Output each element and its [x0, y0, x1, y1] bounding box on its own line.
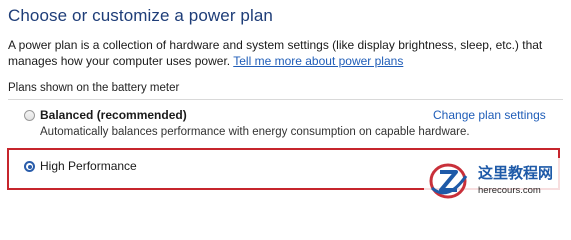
- intro-paragraph: A power plan is a collection of hardware…: [8, 37, 568, 69]
- power-plans-help-link[interactable]: Tell me more about power plans: [233, 54, 403, 68]
- high-performance-plan-label[interactable]: High Performance: [40, 159, 137, 173]
- watermark-subtitle: herecours.com: [478, 185, 541, 196]
- plans-section-label: Plans shown on the battery meter: [8, 82, 180, 94]
- balanced-plan-label[interactable]: Balanced (recommended): [40, 108, 187, 122]
- watermark-title: 这里教程网: [478, 165, 554, 182]
- balanced-radio[interactable]: [24, 110, 35, 121]
- z-globe-logo-icon: [429, 163, 468, 199]
- section-divider: [8, 99, 563, 100]
- balanced-plan-description: Automatically balances performance with …: [40, 126, 470, 138]
- high-performance-radio[interactable]: [24, 161, 35, 172]
- page-title: Choose or customize a power plan: [8, 6, 273, 25]
- change-plan-settings-link[interactable]: Change plan settings: [433, 108, 546, 122]
- watermark: 这里教程网 herecours.com: [424, 158, 571, 204]
